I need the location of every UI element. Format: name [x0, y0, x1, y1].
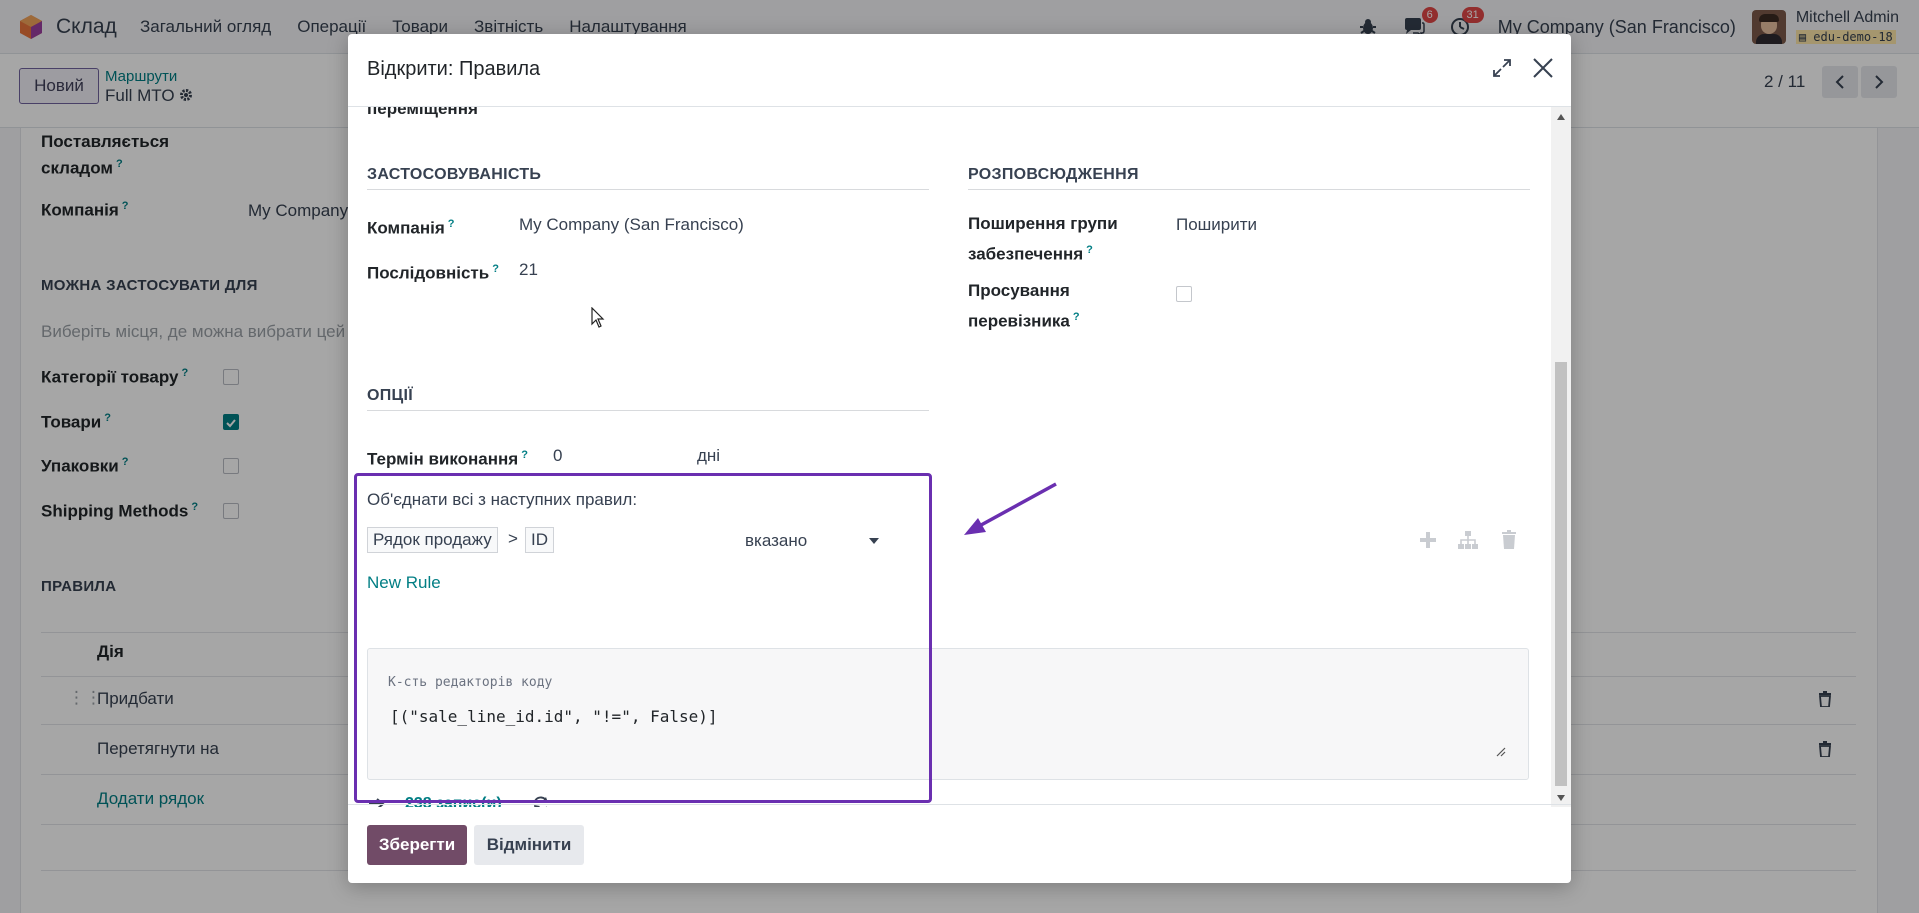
sequence-field[interactable]: 21	[519, 260, 538, 280]
mouse-cursor-icon	[591, 307, 605, 328]
cut-off-label: переміщення	[367, 107, 478, 118]
company-field[interactable]: My Company (San Francisco)	[519, 215, 744, 235]
expand-icon[interactable]	[1492, 58, 1512, 78]
section-options: ОПЦІЇ	[367, 387, 413, 404]
close-icon[interactable]	[1531, 56, 1555, 80]
section-divider	[367, 410, 929, 411]
lead-time-unit: дні	[697, 446, 721, 465]
propagation-group-label-2: забезпечення?	[968, 244, 1093, 264]
scrollbar-thumb[interactable]	[1555, 362, 1567, 786]
save-button[interactable]: Зберегти	[367, 825, 467, 865]
lead-time-label: Термін виконання?	[367, 449, 528, 469]
delete-rule-icon[interactable]	[1501, 530, 1517, 549]
propagation-group-label: Поширення групи	[968, 214, 1118, 233]
sequence-label: Послідовність?	[367, 263, 499, 283]
resize-handle-icon[interactable]	[1496, 747, 1506, 757]
add-rule-icon[interactable]	[1419, 531, 1437, 549]
lead-time-field[interactable]: 0	[553, 446, 562, 466]
dialog-header: Відкрити: Правила	[348, 34, 1571, 107]
scroll-down-icon[interactable]	[1557, 795, 1565, 801]
dialog-title: Відкрити: Правила	[367, 58, 541, 80]
company-label: Компанія?	[367, 218, 455, 238]
carrier-propagation-checkbox[interactable]	[1176, 286, 1192, 302]
add-branch-icon[interactable]	[1458, 531, 1478, 549]
dialog-scrollbar[interactable]	[1551, 107, 1571, 807]
carrier-propagation-label: Просування	[968, 281, 1070, 300]
propagation-group-field[interactable]: Поширити	[1176, 215, 1257, 235]
carrier-propagation-label-2: перевізника?	[968, 311, 1080, 331]
scroll-up-icon[interactable]	[1557, 114, 1565, 120]
section-divider	[968, 189, 1530, 190]
section-propagation: РОЗПОВСЮДЖЕННЯ	[968, 166, 1139, 183]
section-applicability: ЗАСТОСОВУВАНІСТЬ	[367, 166, 542, 183]
annotation-arrow-icon	[964, 482, 1057, 535]
annotation-highlight-box	[354, 473, 932, 803]
cancel-button[interactable]: Відмінити	[474, 825, 584, 865]
section-divider	[367, 189, 929, 190]
dialog-footer: Зберегти Відмінити	[348, 804, 1571, 883]
